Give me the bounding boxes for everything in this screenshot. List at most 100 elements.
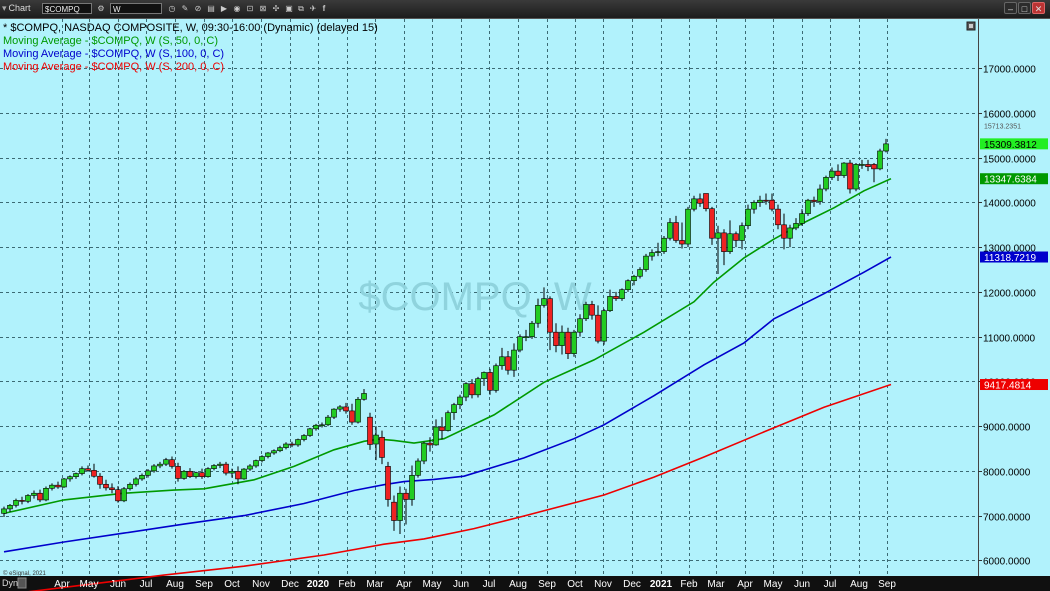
candle-body bbox=[751, 202, 757, 210]
candle-body bbox=[373, 434, 379, 445]
watermark: $COMPQ, W bbox=[358, 275, 592, 319]
x-tick-label: Jun bbox=[453, 579, 469, 590]
x-tick-label: Dec bbox=[623, 579, 641, 590]
x-tick-label: Aug bbox=[509, 579, 527, 590]
candle-body bbox=[883, 143, 889, 152]
candle-body bbox=[349, 410, 355, 423]
candle-up bbox=[529, 320, 535, 339]
candle-up bbox=[181, 469, 187, 480]
candle-body bbox=[145, 470, 151, 476]
candle-up bbox=[415, 458, 421, 478]
candle-body bbox=[259, 456, 265, 461]
candle-up bbox=[241, 468, 247, 480]
candle-body bbox=[583, 304, 589, 320]
x-tick-label: Sep bbox=[195, 579, 213, 590]
candle-body bbox=[709, 208, 715, 239]
expand-icon[interactable] bbox=[966, 21, 976, 31]
x-tick-label: Apr bbox=[54, 579, 70, 590]
candle-body bbox=[67, 476, 73, 480]
x-tick-label: Oct bbox=[567, 579, 583, 590]
candle-body bbox=[217, 463, 223, 466]
y-tick-label: 11000.0000 bbox=[983, 334, 1036, 345]
last-price-label: 15309.3812 bbox=[980, 138, 1048, 151]
candle-body bbox=[745, 208, 751, 226]
candle-up bbox=[571, 329, 577, 357]
x-tick-label: Nov bbox=[252, 579, 270, 590]
legend-ma200[interactable]: Moving Average - $COMPQ, W (S, 200, 0, C… bbox=[3, 61, 224, 73]
candle-body bbox=[439, 426, 445, 431]
marker-price-label: 15713.2351 bbox=[980, 121, 1048, 131]
candle-body bbox=[283, 443, 289, 448]
candle-body bbox=[847, 162, 853, 190]
candle-body bbox=[331, 408, 337, 418]
candle-body bbox=[727, 233, 733, 252]
x-tick-label: Apr bbox=[396, 579, 412, 590]
candle-body bbox=[457, 396, 463, 405]
y-tick-label: 16000.0000 bbox=[983, 110, 1036, 121]
candle-body bbox=[739, 225, 745, 241]
candle-body bbox=[715, 232, 721, 239]
candle-body bbox=[829, 170, 835, 178]
candle-body bbox=[307, 428, 313, 436]
candle-body bbox=[403, 492, 409, 500]
candle-body bbox=[769, 199, 775, 210]
candle-body bbox=[637, 269, 643, 277]
candle-body bbox=[229, 471, 235, 474]
candle-body bbox=[763, 199, 769, 202]
candle-up bbox=[121, 486, 127, 503]
candle-body bbox=[337, 406, 343, 410]
y-tick-label: 14000.0000 bbox=[983, 199, 1036, 210]
candle-body bbox=[871, 164, 877, 170]
candle-body bbox=[391, 501, 397, 521]
candle-body bbox=[415, 460, 421, 476]
candle-body bbox=[49, 484, 55, 489]
x-tick-label: May bbox=[423, 579, 442, 590]
legend-ma100[interactable]: Moving Average - $COMPQ, W (S, 100, 0, C… bbox=[3, 48, 224, 60]
candle-up bbox=[583, 301, 589, 321]
x-tick-label: Jul bbox=[140, 579, 153, 590]
candle-body bbox=[103, 483, 109, 489]
candle-down bbox=[703, 193, 709, 212]
candle-up bbox=[685, 206, 691, 248]
candle-body bbox=[355, 398, 361, 423]
dynamic-toggle[interactable]: Dyn bbox=[2, 578, 18, 588]
candle-body bbox=[805, 199, 811, 214]
candle-body bbox=[157, 463, 163, 467]
candle-body bbox=[463, 383, 469, 398]
candle-body bbox=[817, 188, 823, 202]
x-tick-label: May bbox=[80, 579, 99, 590]
candle-up bbox=[307, 427, 313, 437]
price-chart[interactable]: $COMPQ, W 6000.0000 7000.0000 8000.0000 900… bbox=[0, 0, 1050, 591]
x-tick-label: Jul bbox=[483, 579, 496, 590]
candle-body bbox=[787, 227, 793, 239]
candle-body bbox=[673, 222, 679, 241]
candle-body bbox=[859, 164, 865, 166]
candle-body bbox=[253, 460, 259, 467]
candle-body bbox=[601, 310, 607, 342]
candle-body bbox=[289, 443, 295, 446]
candle-body bbox=[685, 208, 691, 245]
candle-body bbox=[631, 275, 637, 282]
y-tick-label: 6000.0000 bbox=[983, 557, 1031, 568]
candle-body bbox=[133, 478, 139, 485]
candle-body bbox=[661, 237, 667, 252]
candle-up bbox=[643, 253, 649, 272]
x-tick-label: Nov bbox=[594, 579, 612, 590]
candle-down bbox=[847, 159, 853, 194]
candle-body bbox=[691, 198, 697, 210]
candle-up bbox=[421, 441, 427, 465]
candle-up bbox=[805, 198, 811, 216]
candle-body bbox=[181, 471, 187, 479]
x-tick-label: Sep bbox=[538, 579, 556, 590]
ma-value-label-3: 9417.4814 bbox=[980, 379, 1048, 392]
candle-body bbox=[649, 252, 655, 257]
x-tick-label: Dec bbox=[281, 579, 299, 590]
dynamic-toggle-icon[interactable] bbox=[17, 577, 27, 589]
candle-body bbox=[877, 150, 883, 170]
candle-body bbox=[487, 372, 493, 391]
legend-ma50[interactable]: Moving Average - $COMPQ, W (S, 50, 0, C) bbox=[3, 35, 218, 47]
candle-body bbox=[385, 466, 391, 500]
candle-body bbox=[193, 472, 199, 477]
candle-body bbox=[211, 465, 217, 469]
candle-body bbox=[835, 170, 841, 176]
